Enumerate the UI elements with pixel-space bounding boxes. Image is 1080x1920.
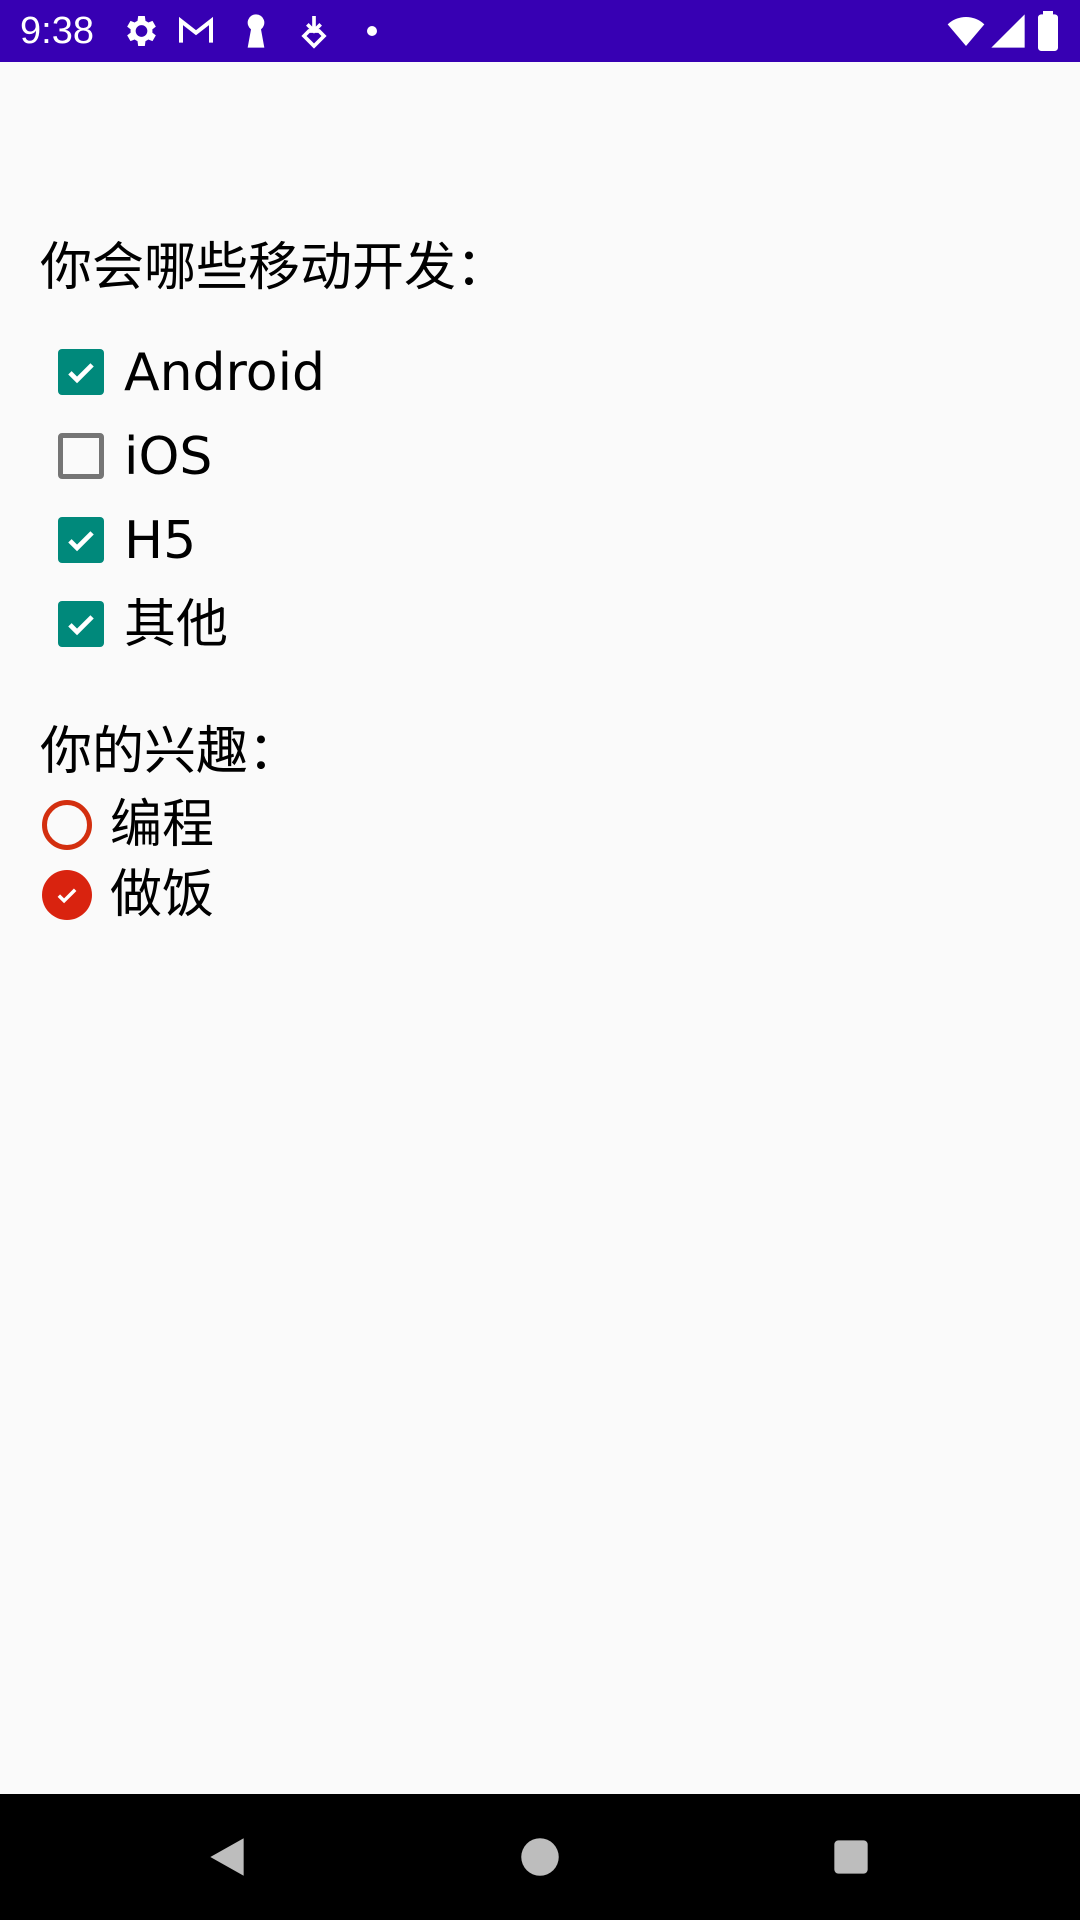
status-time: 9:38	[20, 10, 94, 52]
checkbox-android[interactable]: Android	[56, 338, 556, 408]
checkbox-label: Android	[124, 343, 326, 403]
interest-title: 你的兴趣：	[40, 722, 301, 782]
back-icon[interactable]	[202, 1832, 252, 1882]
radio-label: 做饭	[110, 865, 215, 925]
battery-icon	[1034, 11, 1062, 51]
settings-icon	[120, 11, 160, 51]
radio-unchecked-icon[interactable]	[42, 800, 92, 850]
signal-icon	[988, 11, 1028, 51]
wifi-icon	[944, 11, 988, 51]
checkbox-label: 其他	[124, 595, 229, 655]
gmail-icon	[176, 11, 216, 51]
checkbox-ios[interactable]: iOS	[56, 422, 556, 492]
question-title: 你会哪些移动开发：	[40, 238, 509, 298]
checkbox-label: H5	[124, 511, 197, 571]
radio-label: 编程	[110, 795, 215, 855]
checkbox-unchecked-icon[interactable]	[58, 433, 104, 479]
radio-cooking[interactable]: 做饭	[42, 860, 542, 930]
radio-programming[interactable]: 编程	[42, 790, 542, 860]
recents-icon[interactable]	[826, 1832, 876, 1882]
home-icon[interactable]	[515, 1832, 565, 1882]
dot-icon	[352, 11, 392, 51]
status-bar: 9:38	[0, 0, 1080, 62]
download-icon	[294, 11, 334, 51]
checkbox-label: iOS	[124, 427, 213, 487]
checkbox-other[interactable]: 其他	[56, 590, 556, 660]
checkbox-checked-icon[interactable]	[58, 601, 104, 647]
checkbox-checked-icon[interactable]	[58, 517, 104, 563]
screen: 9:38 你会哪些移动开发： Android iOS H5 其他 你的兴趣： 编…	[0, 0, 1080, 1920]
keyhole-icon	[236, 11, 276, 51]
radio-checked-icon[interactable]	[42, 870, 92, 920]
checkbox-checked-icon[interactable]	[58, 349, 104, 395]
navigation-bar	[0, 1794, 1080, 1920]
checkbox-h5[interactable]: H5	[56, 506, 556, 576]
